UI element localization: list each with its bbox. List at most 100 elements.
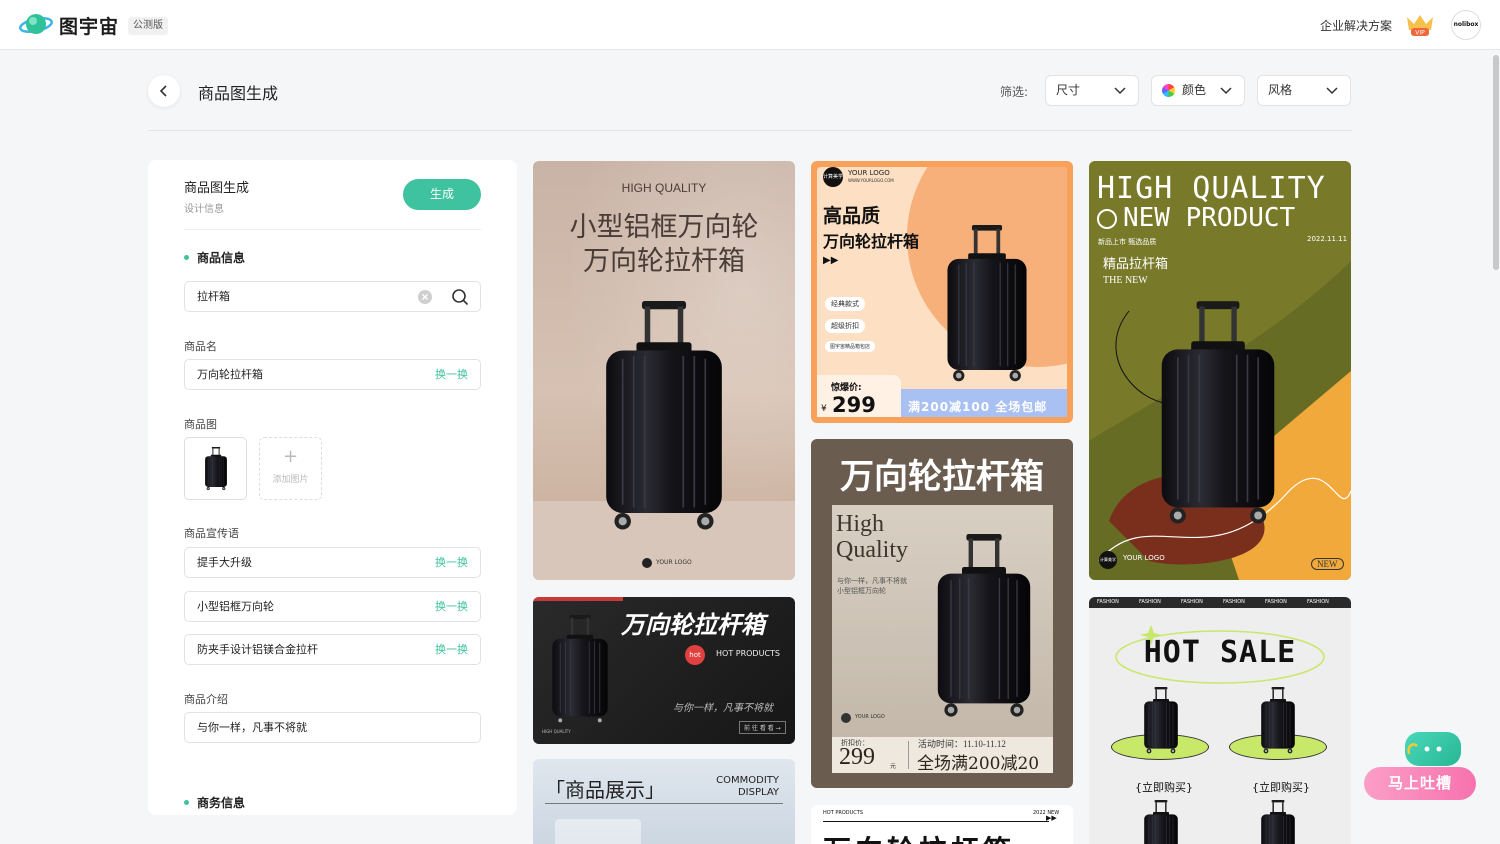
card-eyebrow: HIGH QUALITY (621, 181, 707, 195)
top-bar: 图宇宙 公测版 企业解决方案 VIP nolibox (0, 0, 1500, 50)
swap-slogan-button[interactable]: 换一换 (435, 548, 468, 577)
slogan-input-1[interactable]: 提手大升级 换一换 (184, 547, 481, 578)
card-title: 万向轮拉杆箱 (621, 611, 765, 639)
user-avatar[interactable]: nolibox (1451, 10, 1481, 40)
panel-divider (184, 229, 481, 230)
add-image-label: 添加图片 (272, 475, 309, 485)
card-title: 万向轮拉杆箱 (840, 457, 1044, 497)
luggage-image (939, 225, 1035, 385)
card-sub: 新品上市 甄选品质 (1098, 238, 1157, 246)
slogan-input-3[interactable]: 防夹手设计铝镁合金拉杆 换一换 (184, 634, 481, 665)
card-rule (823, 821, 1049, 822)
luggage-image (1151, 301, 1285, 529)
luggage-image (1141, 800, 1181, 844)
ticker-item: FASHION (1139, 599, 1161, 605)
generate-button[interactable]: 生成 (403, 179, 481, 210)
color-filter-select[interactable]: 颜色 (1151, 75, 1245, 106)
chevron-down-icon (1114, 87, 1126, 95)
template-card-3[interactable]: 「商品展示」 COMMODITY DISPLAY (533, 759, 795, 844)
card-arrows: ▶▶ (1046, 814, 1057, 822)
card-logo: YOUR LOGO (656, 559, 692, 566)
swap-slogan-button[interactable]: 换一换 (435, 635, 468, 664)
search-icon[interactable] (451, 288, 469, 306)
luggage-image (1258, 800, 1298, 844)
product-name-label: 商品名 (184, 340, 217, 353)
circle-mark-icon (1097, 209, 1117, 229)
template-card-1[interactable]: HIGH QUALITY 小型铝框万向轮 万向轮拉杆箱 YOUR LOGO (533, 161, 795, 580)
product-image-label: 商品图 (184, 418, 217, 431)
enterprise-solutions-link[interactable]: 企业解决方案 (1320, 17, 1392, 34)
card-title: 「商品展示」 (545, 778, 665, 802)
ticker-item: FASHION (1181, 599, 1203, 605)
slogan-label: 商品宣传语 (184, 527, 239, 540)
card-headline-1: 高品质 (823, 205, 881, 227)
swap-name-button[interactable]: 换一换 (435, 360, 468, 389)
feedback-button[interactable]: 马上吐槽 (1364, 767, 1476, 800)
price-label: 惊爆价: (831, 383, 862, 393)
template-card-5[interactable]: 万向轮拉杆箱 High Quality 与你一样，凡事不将就 小型铝框万向轮 Y… (811, 439, 1073, 788)
product-name-input[interactable]: 万向轮拉杆箱 换一换 (184, 359, 481, 390)
planet-logo-icon[interactable] (19, 11, 53, 39)
product-search-input[interactable]: 拉杆箱 (184, 281, 481, 312)
header-divider (148, 130, 1352, 131)
beta-badge: 公测版 (128, 17, 168, 35)
card-script: 精品拉杆箱 (1103, 257, 1169, 272)
slogan-input-2[interactable]: 小型铝框万向轮 换一换 (184, 591, 481, 622)
card-tag: HOT PRODUCTS (716, 649, 780, 658)
card-price: 299 (839, 744, 875, 770)
card-title: 万向轮拉杆箱 (823, 829, 1015, 844)
product-image-thumbnail[interactable] (184, 437, 247, 500)
size-filter-value: 尺寸 (1056, 83, 1081, 97)
card-hq-2: Quality (836, 537, 908, 563)
business-info-heading: 商务信息 (184, 794, 245, 811)
ticker-bar: FASHION FASHION FASHION FASHION FASHION … (1089, 597, 1351, 608)
vip-crown-icon[interactable]: VIP (1405, 13, 1435, 37)
logo-dot-icon (642, 558, 652, 568)
chevron-left-icon (159, 85, 167, 97)
ticker-item: FASHION (1223, 599, 1245, 605)
template-card-8[interactable]: FASHION FASHION FASHION FASHION FASHION … (1089, 597, 1351, 844)
card-tag: HOT PRODUCTS (823, 810, 863, 816)
slogan-value: 防夹手设计铝镁合金拉杆 (197, 643, 318, 656)
card-headline-2: 万向轮拉杆箱 (583, 246, 745, 277)
chat-face-icon (1407, 743, 1442, 755)
new-badge: NEW (1311, 558, 1344, 570)
template-card-7[interactable]: HIGH QUALITY NEW PRODUCT 新品上市 甄选品质 2022.… (1089, 161, 1351, 580)
swap-slogan-button[interactable]: 换一换 (435, 592, 468, 621)
ticker-item: FASHION (1265, 599, 1287, 605)
card-tag: 超级折扣 (825, 319, 865, 333)
currency-symbol: ¥ (821, 404, 827, 414)
product-intro-input[interactable]: 与你一样，凡事不将就 (184, 712, 481, 743)
feedback-mascot-icon[interactable] (1405, 732, 1461, 766)
card-the-new: THE NEW (1103, 275, 1148, 286)
back-button[interactable] (148, 75, 180, 107)
card-tag: 经典款式 (825, 297, 865, 311)
card-logo: YOUR LOGO (1123, 554, 1165, 562)
page-scrollbar[interactable] (1493, 55, 1499, 270)
product-name-value: 万向轮拉杆箱 (197, 368, 263, 381)
template-card-2[interactable]: 万向轮拉杆箱 hot HOT PRODUCTS 与你一样，凡事不将就 前 往 看… (533, 597, 795, 744)
template-card-4[interactable]: 计算美学 YOUR LOGO WWW.YOURLOGO.COM 高品质 万向轮拉… (811, 161, 1073, 423)
filter-label: 筛选: (1000, 85, 1029, 99)
card-headline-1: HIGH QUALITY (1097, 171, 1326, 206)
size-filter-select[interactable]: 尺寸 (1045, 75, 1139, 106)
card-logo: YOUR LOGO (848, 169, 890, 177)
card-foot: HIGH QUALITY (542, 729, 571, 734)
brand-name[interactable]: 图宇宙 (59, 12, 119, 39)
panel-title: 商品图生成 (184, 181, 250, 196)
card-desc-2: 小型铝框万向轮 (837, 587, 886, 595)
card-hq-1: High (836, 511, 884, 537)
chevron-down-icon (1220, 87, 1232, 95)
style-filter-select[interactable]: 风格 (1257, 75, 1351, 106)
style-filter-value: 风格 (1268, 83, 1293, 97)
svg-text:VIP: VIP (1415, 30, 1425, 37)
card-frame (555, 819, 641, 844)
add-image-button[interactable]: + 添加图片 (259, 437, 322, 500)
card-promo: 满200减100 全场包邮 (908, 400, 1048, 414)
luggage-image (1258, 687, 1298, 755)
strip-divider (908, 741, 909, 769)
clear-icon[interactable] (418, 290, 432, 304)
panel-subtitle: 设计信息 (184, 204, 224, 215)
template-card-6[interactable]: HOT PRODUCTS 2022 NEW ▶▶ 万向轮拉杆箱 (811, 805, 1073, 844)
card-headline-2: NEW PRODUCT (1123, 203, 1296, 233)
